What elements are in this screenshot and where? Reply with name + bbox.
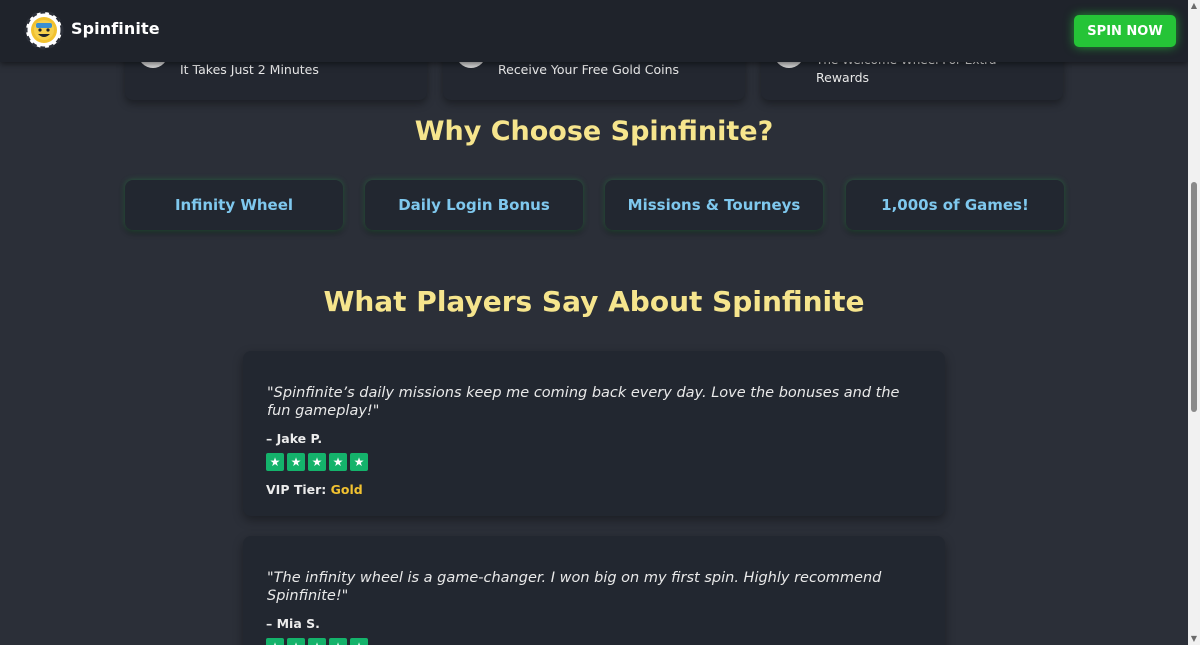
star-rating: ★ ★ ★ ★ ★ [266, 638, 368, 645]
step-text-line2: Rewards [816, 70, 870, 85]
star-rating: ★ ★ ★ ★ ★ [266, 453, 368, 471]
testimonial-author: – Mia S. [266, 616, 320, 631]
star-icon: ★ [350, 453, 368, 471]
star-icon: ★ [266, 453, 284, 471]
why-choose-heading: Why Choose Spinfinite? [414, 116, 774, 147]
feature-missions-tourneys[interactable]: Missions & Tourneys [605, 180, 823, 230]
casino-chip-mascot-icon[interactable] [24, 10, 64, 50]
vip-tier-label: VIP Tier: [266, 482, 327, 497]
testimonial-card: "The infinity wheel is a game-changer. I… [243, 536, 945, 645]
star-icon: ★ [350, 638, 368, 645]
star-icon: ★ [329, 453, 347, 471]
scrollbar-thumb[interactable] [1191, 182, 1197, 412]
star-icon: ★ [287, 453, 305, 471]
feature-daily-login-bonus[interactable]: Daily Login Bonus [365, 180, 583, 230]
brand-name[interactable]: Spinfinite [71, 19, 160, 38]
testimonial-quote: "The infinity wheel is a game-changer. I… [267, 570, 882, 604]
site-header: Spinfinite SPIN NOW [0, 0, 1188, 62]
feature-infinity-wheel[interactable]: Infinity Wheel [125, 180, 343, 230]
star-icon: ★ [287, 638, 305, 645]
testimonial-author: – Jake P. [266, 431, 323, 446]
testimonial-card: "Spinfinite’s daily missions keep me com… [243, 351, 945, 516]
scroll-up-arrow-icon[interactable]: ▲ [1188, 0, 1200, 12]
testimonial-quote: "Spinfinite’s daily missions keep me com… [267, 385, 900, 419]
star-icon: ★ [308, 638, 326, 645]
page: It Takes Just 2 Minutes Receive Your Fre… [0, 0, 1188, 645]
vip-tier-value: Gold [330, 482, 363, 497]
star-icon: ★ [266, 638, 284, 645]
spin-now-button[interactable]: SPIN NOW [1074, 15, 1176, 47]
feature-games[interactable]: 1,000s of Games! [846, 180, 1064, 230]
step-text: It Takes Just 2 Minutes [180, 62, 319, 77]
step-text: Receive Your Free Gold Coins [498, 62, 680, 77]
vertical-scrollbar[interactable]: ▲ ▼ [1188, 0, 1200, 645]
star-icon: ★ [329, 638, 347, 645]
star-icon: ★ [308, 453, 326, 471]
scroll-down-arrow-icon[interactable]: ▼ [1188, 633, 1200, 645]
testimonials-heading: What Players Say About Spinfinite [323, 285, 865, 318]
vip-tier: VIP Tier: Gold [266, 482, 363, 497]
